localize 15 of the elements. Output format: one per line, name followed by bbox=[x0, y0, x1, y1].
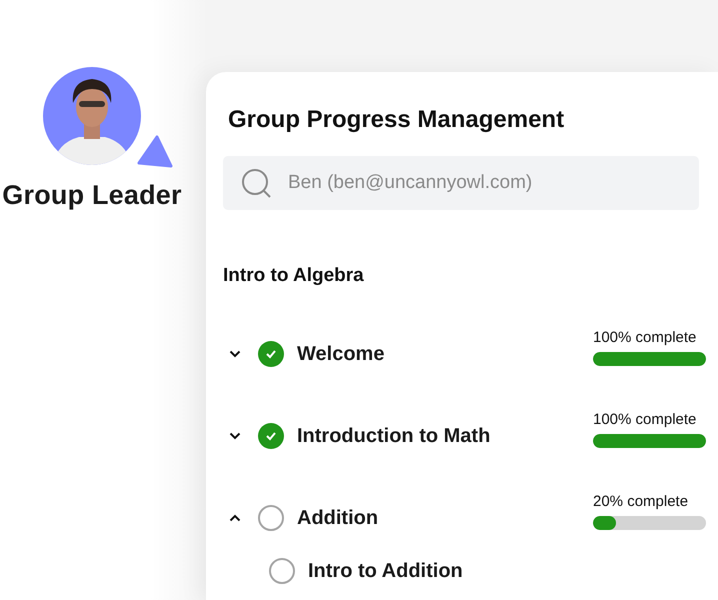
panel-title: Group Progress Management bbox=[227, 105, 566, 135]
lesson-title[interactable]: Addition bbox=[297, 506, 378, 530]
lesson-title[interactable]: Intro to Addition bbox=[308, 560, 463, 582]
lesson-title[interactable]: Welcome bbox=[297, 342, 384, 366]
pointer-icon bbox=[137, 135, 173, 169]
course-title: Intro to Algebra bbox=[223, 265, 365, 287]
role-label: Group Leader bbox=[2, 180, 182, 211]
lesson-title[interactable]: Introduction to Math bbox=[297, 424, 490, 448]
progress-label: 20% complete bbox=[593, 493, 690, 510]
chevron-down-icon[interactable] bbox=[229, 350, 241, 358]
chevron-down-icon[interactable] bbox=[229, 432, 241, 440]
progress-label: 100% complete bbox=[593, 329, 698, 346]
progress-label: 100% complete bbox=[593, 411, 698, 428]
chevron-up-icon[interactable] bbox=[229, 514, 241, 522]
search-icon bbox=[241, 168, 272, 198]
